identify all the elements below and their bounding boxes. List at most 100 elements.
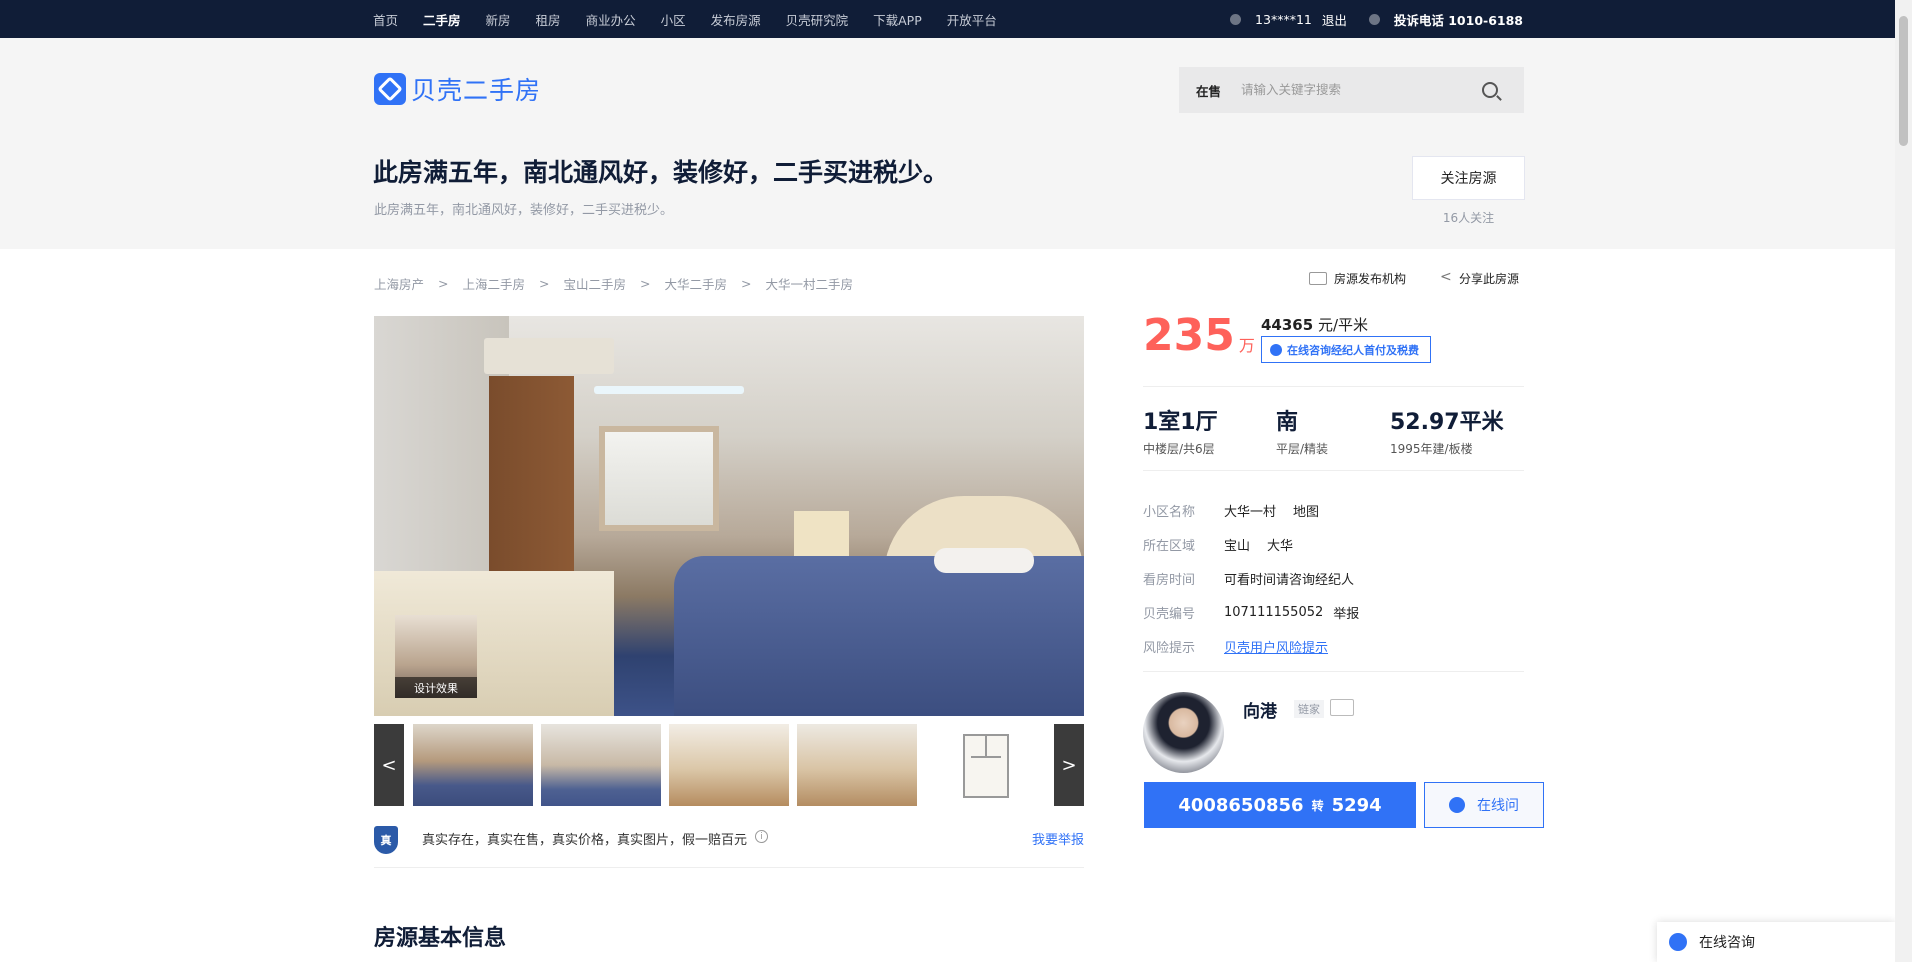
consult-tax-button[interactable]: 在线咨询经纪人首付及税费 [1261,336,1431,363]
breadcrumb-link[interactable]: 宝山二手房 [564,274,627,293]
photo-thumbnail-strip: < > [374,724,1084,806]
divider [1143,386,1524,387]
stat-main: 1室1厅 [1143,410,1218,435]
listing-title: 此房满五年，南北通风好，装修好，二手买进税少。 [373,158,949,187]
design-effect-label: 设计效果 [395,677,477,698]
listing-info-rows: 小区名称 大华一村 地图 所在区域 宝山 大华 看房时间 可看时间请咨询经纪人 … [1143,493,1359,663]
nav-link[interactable]: 首页 [373,10,398,29]
agent-phone-ext: 5294 [1331,794,1382,816]
online-chat-button[interactable]: 在线问 [1424,782,1544,828]
top-nav-bar: 首页 二手房 新房 租房 商业办公 小区 发布房源 贝壳研究院 下载APP 开放平台 13****… [0,0,1895,38]
search-input[interactable] [1241,83,1482,97]
design-effect-thumbnail[interactable]: 设计效果 [395,615,477,698]
info-row-community: 小区名称 大华一村 地图 [1143,493,1359,527]
breadcrumb-link[interactable]: 大华一村二手房 [766,274,854,293]
community-link[interactable]: 大华一村 [1224,501,1276,520]
agent-phone-button[interactable]: 4008650856 转 5294 [1144,782,1416,828]
stat-sub: 平层/精装 [1276,442,1329,456]
guarantee-text: 真实存在，真实在售，真实价格，真实图片，假一赔百元 [422,833,748,848]
listing-subtitle: 此房满五年，南北通风好，装修好，二手买进税少。 [374,203,674,218]
agent-brand-badge: 链家 [1294,700,1324,718]
search-icon[interactable] [1482,82,1498,98]
chat-bubble-icon [1449,797,1465,813]
share-icon [1440,269,1452,285]
logo-text: 贝壳二手房 [411,76,542,105]
photo-thumbnail[interactable] [669,724,789,806]
floating-consult-label: 在线咨询 [1699,935,1755,951]
agency-card-icon [1309,272,1327,285]
nav-link[interactable]: 贝壳研究院 [786,10,849,29]
nav-link[interactable]: 新房 [486,10,511,29]
info-key: 所在区域 [1143,538,1196,554]
room-stats: 1室1厅 中楼层/共6层 南 平层/精装 52.97平米 1995年建/板楼 [1143,404,1520,457]
district-link[interactable]: 宝山 [1224,535,1250,554]
report-listing-link[interactable]: 举报 [1333,603,1359,622]
breadcrumb-separator-icon: > [438,276,449,291]
floating-consult-widget[interactable]: 在线咨询 [1657,922,1895,962]
info-icon[interactable]: i [755,830,769,843]
search-scope-tag[interactable]: 在售 [1196,81,1221,100]
breadcrumb-link[interactable]: 大华二手房 [665,274,728,293]
info-row-viewing-time: 看房时间 可看时间请咨询经纪人 [1143,561,1359,595]
stat-main: 52.97平米 [1390,410,1504,435]
nav-link[interactable]: 商业办公 [586,10,636,29]
agent-name[interactable]: 向港 [1243,697,1277,722]
listing-id: 107111155052 [1224,604,1324,620]
info-value: 可看时间请咨询经纪人 [1224,572,1355,588]
site-logo[interactable]: 贝壳二手房 [374,71,541,107]
user-account[interactable]: 13****11 [1255,12,1312,27]
scrollbar-thumb[interactable] [1899,16,1908,146]
total-price-unit: 万 [1238,336,1255,355]
shield-icon: 真 [374,826,398,854]
agency-link[interactable]: 房源发布机构 [1334,270,1406,287]
unit-price: 44365 元/平米 [1261,314,1368,335]
chat-icon [1270,343,1282,356]
stat-sub: 1995年建/板楼 [1390,442,1473,456]
share-link[interactable]: 分享此房源 [1459,270,1519,287]
nav-link[interactable]: 开放平台 [947,10,997,29]
photo-thumbnail[interactable] [413,724,533,806]
breadcrumb-link[interactable]: 上海二手房 [463,274,526,293]
info-key: 小区名称 [1143,504,1196,520]
nav-link[interactable]: 下载APP [873,10,922,29]
info-key: 看房时间 [1143,572,1196,588]
map-link[interactable]: 地图 [1293,501,1319,520]
nav-link[interactable]: 发布房源 [711,10,761,29]
agent-card-icon[interactable] [1330,699,1354,716]
complaint-phone: 投诉电话 1010-6188 [1393,12,1523,28]
nav-link[interactable]: 小区 [661,10,686,29]
nav-link[interactable]: 二手房 [423,10,461,29]
photo-thumbnail[interactable] [541,724,661,806]
page-scrollbar[interactable] [1895,0,1912,962]
stat-orientation: 南 平层/精装 [1276,404,1390,457]
report-link[interactable]: 我要举报 [1032,829,1084,848]
thumbnail-prev-button[interactable]: < [374,724,404,806]
follow-listing-button[interactable]: 关注房源 [1412,156,1525,200]
stat-main: 南 [1276,410,1299,435]
info-key: 贝壳编号 [1143,606,1196,622]
stat-sub: 中楼层/共6层 [1143,442,1215,456]
unit-price-value: 44365 [1261,316,1314,334]
total-price: 235 万 [1143,314,1255,358]
user-icon [1230,13,1242,25]
subdistrict-link[interactable]: 大华 [1267,535,1293,554]
logout-link[interactable]: 退出 [1322,10,1347,29]
listing-header: 贝壳二手房 在售 此房满五年，南北通风好，装修好，二手买进税少。 此房满五年，南… [0,38,1895,249]
nav-link[interactable]: 租房 [536,10,561,29]
breadcrumb-separator-icon: > [640,276,651,291]
main-listing-photo[interactable]: 设计效果 [374,316,1084,716]
thumbnail-next-button[interactable]: > [1054,724,1084,806]
divider [1143,671,1524,672]
breadcrumb-link[interactable]: 上海房产 [374,274,424,293]
risk-notice-link[interactable]: 贝壳用户风险提示 [1224,637,1328,656]
phone-icon [1368,13,1380,25]
photo-thumbnail[interactable] [797,724,917,806]
info-key: 风险提示 [1143,640,1196,656]
floorplan-thumbnail[interactable] [925,724,1045,806]
follow-count: 16人关注 [1442,211,1495,225]
agent-avatar[interactable] [1143,692,1224,773]
unit-price-suffix: 元/平米 [1313,316,1369,334]
info-row-listing-id: 贝壳编号 107111155052 举报 [1143,595,1359,629]
breadcrumb: 上海房产 > 上海二手房 > 宝山二手房 > 大华二手房 > 大华一村二手房 [374,274,853,293]
agent-phone: 4008650856 [1178,794,1304,816]
